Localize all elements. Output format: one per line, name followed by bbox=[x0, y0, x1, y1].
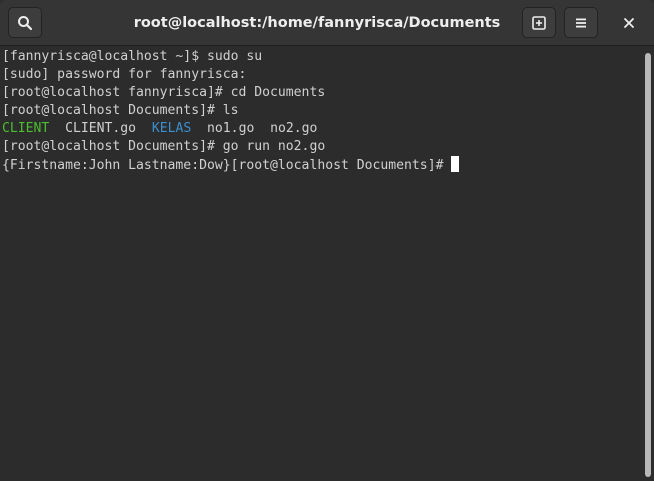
terminal-line: [sudo] password for fannyrisca: bbox=[2, 67, 247, 82]
program-output-and-prompt: {Firstname:John Lastname:Dow}[root@local… bbox=[2, 158, 452, 173]
new-tab-icon bbox=[532, 15, 546, 30]
hamburger-menu-icon bbox=[576, 18, 586, 27]
text-cursor bbox=[451, 156, 460, 172]
close-icon bbox=[624, 17, 634, 28]
close-button[interactable] bbox=[612, 7, 646, 38]
ls-output-line: CLIENT CLIENT.go KELAS no1.go no2.go bbox=[2, 120, 642, 138]
window-title: root@localhost:/home/fannyrisca/Document… bbox=[133, 15, 501, 31]
ls-item-directory: KELAS bbox=[151, 121, 192, 136]
terminal-prompt-line: {Firstname:John Lastname:Dow}[root@local… bbox=[2, 156, 642, 174]
search-icon bbox=[18, 15, 33, 30]
terminal-line: [fannyrisca@localhost ~]$ sudo su bbox=[2, 49, 263, 64]
scrollbar[interactable] bbox=[642, 47, 654, 481]
terminal-output[interactable]: [fannyrisca@localhost ~]$ sudo su [sudo]… bbox=[0, 47, 642, 481]
menu-button[interactable] bbox=[564, 7, 598, 38]
header-bar: root@localhost:/home/fannyrisca/Document… bbox=[0, 0, 654, 46]
terminal-line: [root@localhost fannyrisca]# cd Document… bbox=[2, 85, 326, 100]
ls-item-file: CLIENT.go bbox=[65, 121, 137, 136]
ls-item-file: no2.go bbox=[270, 121, 318, 136]
scrollbar-thumb[interactable] bbox=[645, 53, 651, 477]
search-button[interactable] bbox=[8, 7, 42, 38]
terminal-line: [root@localhost Documents]# go run no2.g… bbox=[2, 139, 326, 154]
terminal-window: root@localhost:/home/fannyrisca/Document… bbox=[0, 0, 654, 481]
ls-item-executable: CLIENT bbox=[2, 121, 50, 136]
new-tab-button[interactable] bbox=[522, 7, 556, 38]
terminal-line: [root@localhost Documents]# ls bbox=[2, 103, 239, 118]
ls-item-file: no1.go bbox=[207, 121, 255, 136]
